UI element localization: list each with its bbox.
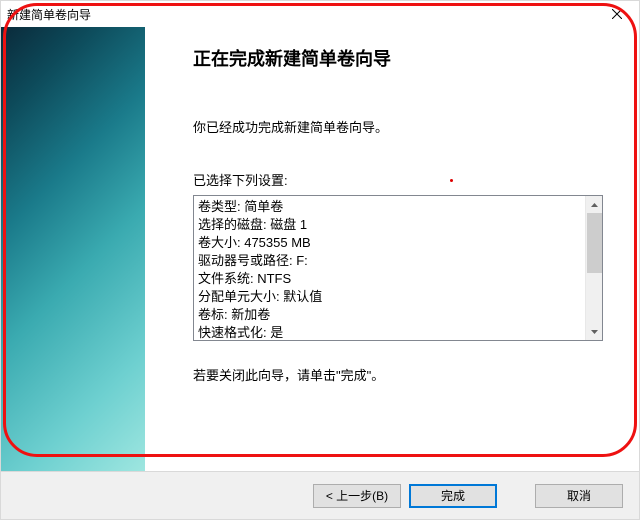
wizard-content: 正在完成新建简单卷向导 你已经成功完成新建简单卷向导。 已选择下列设置: 卷类型…: [145, 27, 639, 471]
cancel-button[interactable]: 取消: [535, 484, 623, 508]
intro-text: 你已经成功完成新建简单卷向导。: [193, 117, 603, 136]
wizard-side-graphic: [1, 27, 145, 471]
scrollbar[interactable]: [585, 196, 602, 340]
scroll-down-arrow-icon[interactable]: [586, 323, 603, 340]
list-item: 卷标: 新加卷: [198, 306, 598, 324]
wizard-footer: < 上一步(B) 完成 取消: [1, 471, 639, 519]
titlebar: 新建简单卷向导: [1, 1, 639, 27]
list-item: 卷大小: 475355 MB: [198, 234, 598, 252]
list-item: 卷类型: 简单卷: [198, 198, 598, 216]
settings-listbox[interactable]: 卷类型: 简单卷 选择的磁盘: 磁盘 1 卷大小: 475355 MB 驱动器号…: [193, 195, 603, 341]
list-item: 驱动器号或路径: F:: [198, 252, 598, 270]
close-button[interactable]: [595, 1, 639, 27]
page-heading: 正在完成新建简单卷向导: [193, 45, 603, 71]
window-title: 新建简单卷向导: [7, 6, 595, 23]
finish-button[interactable]: 完成: [409, 484, 497, 508]
settings-list-content: 卷类型: 简单卷 选择的磁盘: 磁盘 1 卷大小: 475355 MB 驱动器号…: [194, 196, 602, 341]
scroll-thumb[interactable]: [587, 213, 602, 273]
list-item: 文件系统: NTFS: [198, 270, 598, 288]
back-button[interactable]: < 上一步(B): [313, 484, 401, 508]
closing-instruction: 若要关闭此向导，请单击"完成"。: [193, 365, 603, 384]
list-item: 快速格式化: 是: [198, 324, 598, 341]
annotation-dot: [450, 179, 453, 182]
list-item: 分配单元大小: 默认值: [198, 288, 598, 306]
wizard-body: 正在完成新建简单卷向导 你已经成功完成新建简单卷向导。 已选择下列设置: 卷类型…: [1, 27, 639, 471]
scroll-up-arrow-icon[interactable]: [586, 196, 603, 213]
settings-label: 已选择下列设置:: [193, 170, 603, 189]
close-icon: [612, 9, 622, 19]
list-item: 选择的磁盘: 磁盘 1: [198, 216, 598, 234]
wizard-window: 新建简单卷向导 正在完成新建简单卷向导 你已经成功完成新建简单卷向导。 已选择下…: [0, 0, 640, 520]
